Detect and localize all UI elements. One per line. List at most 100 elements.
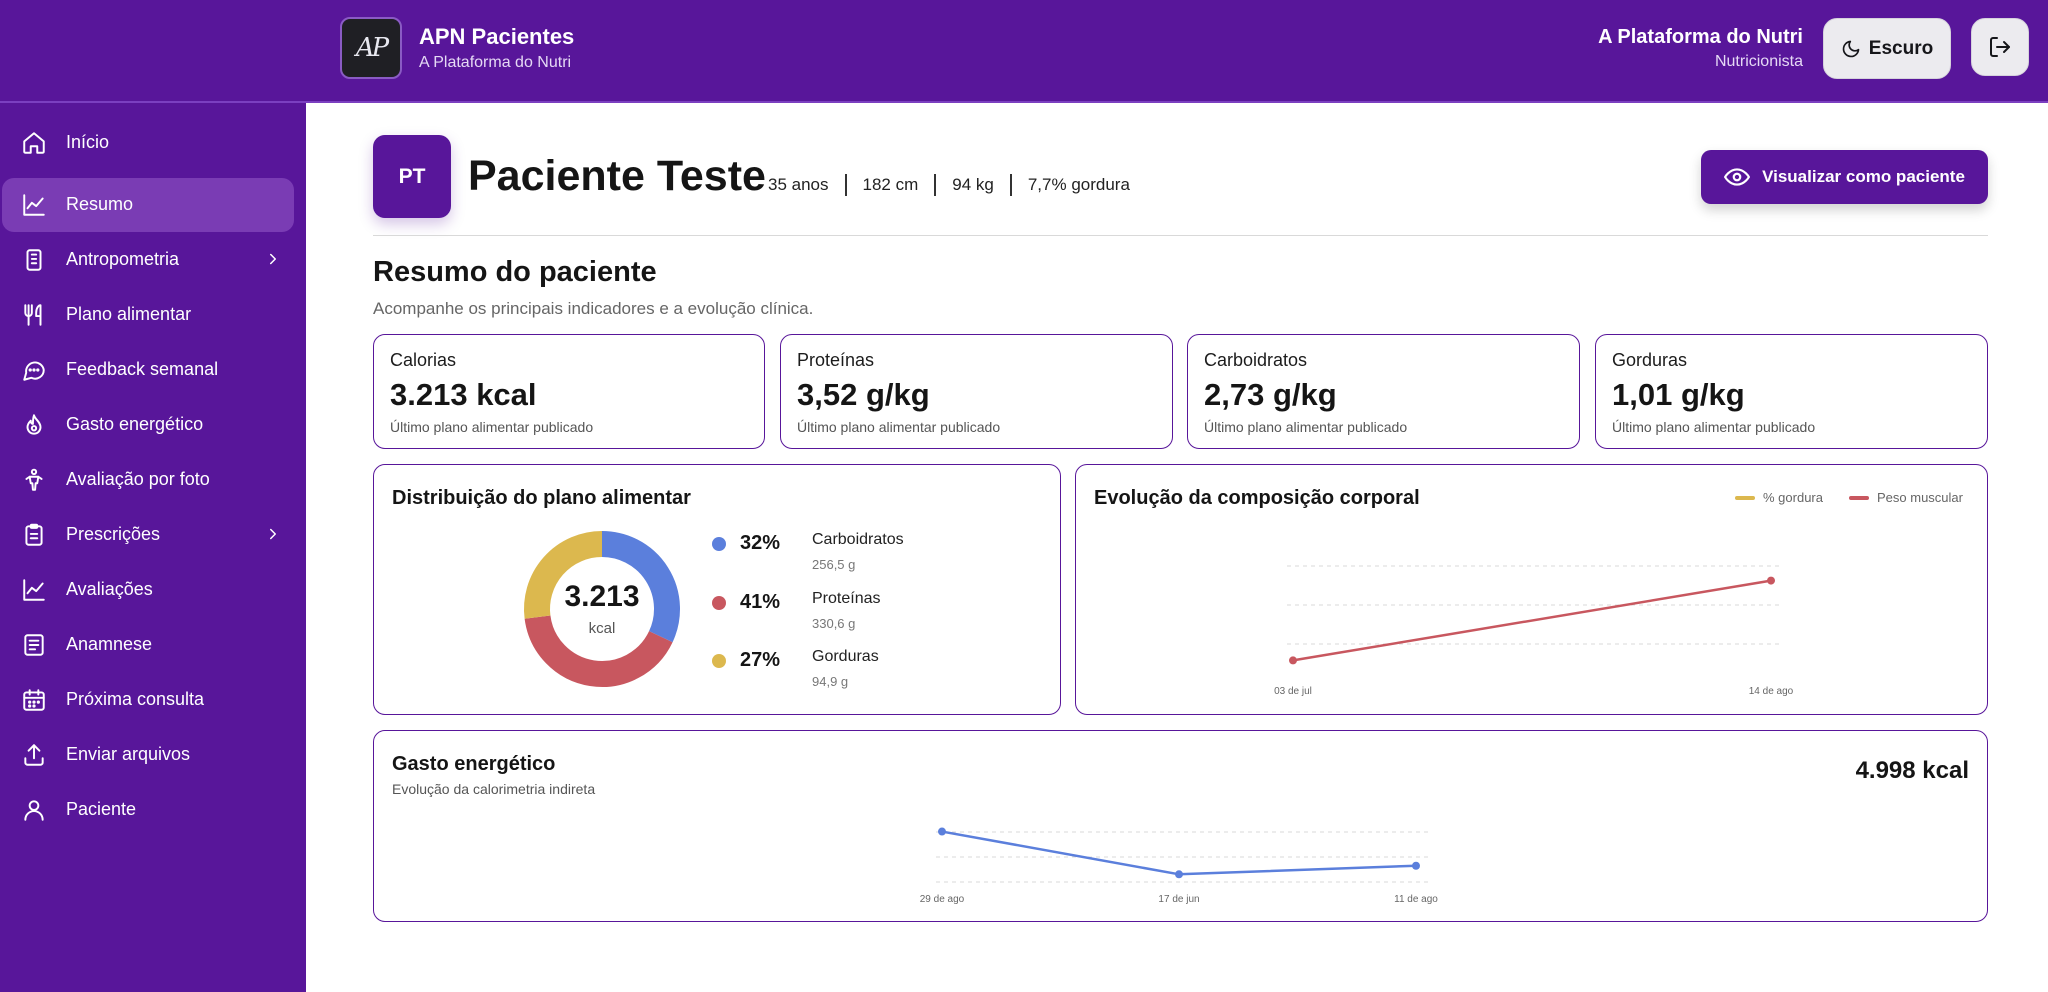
legend-name: Carboidratos xyxy=(812,531,904,548)
sidebar-item-avaliacao-por-foto[interactable]: Avaliação por foto xyxy=(2,453,294,507)
sidebar-item-proxima-consulta[interactable]: Próxima consulta xyxy=(2,673,294,727)
patient-meta: 35 anos 182 cm 94 kg 7,7% gordura xyxy=(768,174,1146,196)
sidebar-item-label: Resumo xyxy=(66,194,134,214)
sidebar-item-label: Prescrições xyxy=(66,524,161,544)
chevron-right-icon xyxy=(270,528,276,540)
user-name: A Plataforma do Nutri xyxy=(1598,26,1803,48)
sidebar-item-label: Paciente xyxy=(66,799,137,819)
stat-value: 1,01 g/kg xyxy=(1612,377,1745,412)
stat-label: Gorduras xyxy=(1612,350,1688,370)
document-icon xyxy=(24,634,44,656)
home-icon xyxy=(23,132,45,154)
logo-text: AP xyxy=(355,33,389,63)
sidebar-item-gasto-energetico[interactable]: Gasto energético xyxy=(2,398,294,452)
logout-button[interactable] xyxy=(1971,18,2029,76)
legend-name: Gorduras xyxy=(812,648,879,665)
patient-name: Paciente Teste xyxy=(468,152,766,200)
chart-line-icon xyxy=(23,194,45,216)
sidebar-item-label: Próxima consulta xyxy=(66,689,205,709)
upload-icon xyxy=(24,744,44,766)
calendar-icon xyxy=(23,689,45,711)
sidebar-item-label: Gasto energético xyxy=(66,414,204,434)
view-as-patient-button[interactable]: Visualizar como paciente xyxy=(1701,150,1988,204)
distribution-card: Distribuição do plano alimentar 3.213 kc… xyxy=(373,464,1061,715)
moon-icon xyxy=(1842,40,1860,57)
sidebar-item-anamnese[interactable]: Anamnese xyxy=(2,618,294,672)
data-point xyxy=(1175,870,1183,879)
x-tick-label: 17 de jun xyxy=(1158,894,1199,905)
user-icon xyxy=(24,800,44,821)
eye-icon xyxy=(1724,168,1751,186)
sidebar-item-label: Avaliações xyxy=(66,579,153,599)
energy-card: Gasto energético Evolução da calorimetri… xyxy=(373,730,1988,922)
sidebar-item-label: Início xyxy=(66,132,110,152)
section-title: Resumo do paciente xyxy=(373,256,657,288)
app-logo: AP xyxy=(340,17,402,79)
data-point xyxy=(1767,576,1775,585)
legend-dot xyxy=(712,596,726,610)
stat-subtitle: Último plano alimentar publicado xyxy=(797,419,1001,435)
chat-icon xyxy=(23,361,45,381)
ruler-icon xyxy=(26,249,42,271)
legend-percent: 41% xyxy=(740,591,781,613)
sidebar-item-feedback-semanal[interactable]: Feedback semanal xyxy=(2,343,294,397)
legend-name: Proteínas xyxy=(812,590,881,607)
sidebar-item-label: Anamnese xyxy=(66,634,153,654)
sidebar: Início Resumo Antropometria Plano alimen… xyxy=(0,103,306,992)
user-role: Nutricionista xyxy=(1714,53,1803,70)
stat-subtitle: Último plano alimentar publicado xyxy=(390,419,594,435)
patient-body-fat: 7,7% gordura xyxy=(1009,174,1146,196)
sidebar-item-label: Antropometria xyxy=(66,249,180,269)
sidebar-item-avaliacoes[interactable]: Avaliações xyxy=(2,563,294,617)
sidebar-item-inicio[interactable]: Início xyxy=(2,116,294,170)
distribution-title: Distribuição do plano alimentar xyxy=(392,487,691,509)
donut-center-value: 3.213 xyxy=(564,580,640,613)
theme-toggle-label: Escuro xyxy=(1868,37,1934,59)
app-subtitle: A Plataforma do Nutri xyxy=(419,54,572,71)
energy-line-chart: 29 de ago 17 de jun 11 de ago xyxy=(920,827,1438,905)
data-point xyxy=(1289,656,1297,665)
body-composition-card: Evolução da composição corporal % gordur… xyxy=(1075,464,1988,715)
sidebar-item-prescricoes[interactable]: Prescrições xyxy=(2,508,294,562)
patient-height: 182 cm xyxy=(844,174,935,196)
sidebar-item-plano-alimentar[interactable]: Plano alimentar xyxy=(2,288,294,342)
stat-label: Carboidratos xyxy=(1204,350,1308,370)
legend-grams: 94,9 g xyxy=(812,674,849,689)
stat-card-proteinas: Proteínas 3,52 g/kg Último plano aliment… xyxy=(780,334,1173,449)
x-tick-label: 11 de ago xyxy=(1394,894,1438,905)
stat-card-calorias: Calorias 3.213 kcal Último plano aliment… xyxy=(373,334,765,449)
theme-toggle-button[interactable]: Escuro xyxy=(1823,18,1951,79)
legend-grams: 330,6 g xyxy=(812,616,856,631)
patient-weight: 94 kg xyxy=(934,174,1010,196)
legend-grams: 256,5 g xyxy=(812,557,856,572)
donut-center-unit: kcal xyxy=(588,620,616,637)
clipboard-icon xyxy=(25,523,43,546)
data-point xyxy=(1412,861,1420,870)
x-tick-label: 29 de ago xyxy=(920,894,965,905)
sidebar-item-resumo[interactable]: Resumo xyxy=(2,178,294,232)
chart-line-icon xyxy=(23,579,45,601)
stat-subtitle: Último plano alimentar publicado xyxy=(1612,419,1816,435)
sidebar-item-paciente[interactable]: Paciente xyxy=(2,783,294,837)
patient-avatar: PT xyxy=(373,135,451,218)
stat-label: Proteínas xyxy=(797,350,875,370)
app-title: APN Pacientes xyxy=(419,24,575,49)
legend-percent: 27% xyxy=(740,649,781,671)
logout-icon xyxy=(1990,37,2010,57)
legend-dot xyxy=(712,537,726,551)
sidebar-item-enviar-arquivos[interactable]: Enviar arquivos xyxy=(2,728,294,782)
body-composition-line-chart: 03 de jul 14 de ago xyxy=(1274,565,1794,697)
series-line xyxy=(941,830,1417,876)
chevron-right-icon xyxy=(270,253,276,265)
patient-age: 35 anos xyxy=(768,175,829,194)
data-point xyxy=(938,827,946,836)
legend-dot xyxy=(712,654,726,668)
stat-label: Calorias xyxy=(390,350,457,370)
stat-value: 3,52 g/kg xyxy=(797,377,930,412)
section-subtitle: Acompanhe os principais indicadores e a … xyxy=(373,299,814,318)
utensils-icon xyxy=(24,304,42,326)
x-tick-label: 03 de jul xyxy=(1274,686,1312,697)
sidebar-item-antropometria[interactable]: Antropometria xyxy=(2,233,294,287)
legend-percent: 32% xyxy=(740,532,781,554)
stat-value: 2,73 g/kg xyxy=(1204,377,1337,412)
